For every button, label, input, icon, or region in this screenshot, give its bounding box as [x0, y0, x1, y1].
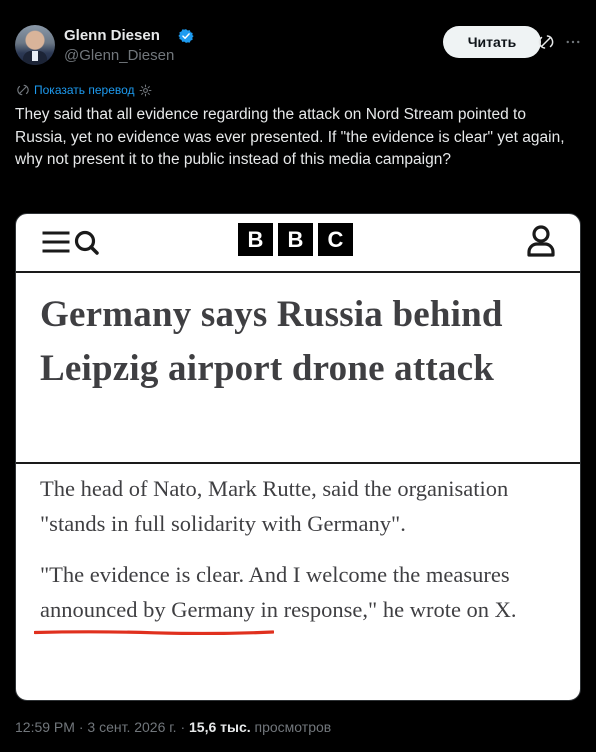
- translate-icon: [17, 84, 29, 96]
- show-translation-link[interactable]: Показать перевод: [16, 82, 152, 98]
- verified-badge-icon: [178, 29, 194, 43]
- tweet-header: Glenn Diesen @Glenn_Diesen Читать: [15, 25, 581, 69]
- tweet-meta: 12:59 PM · 3 сент. 2026 г. · 15,6 тыс. п…: [15, 719, 331, 735]
- grok-icon[interactable]: [537, 33, 555, 51]
- separator: ·: [78, 719, 84, 735]
- bbc-logo-letter: B: [238, 223, 273, 256]
- account-icon: [527, 225, 555, 257]
- view-count-label: просмотров: [254, 719, 332, 735]
- bbc-top-bar: B B C: [16, 214, 580, 273]
- show-translation-label[interactable]: Показать перевод: [34, 83, 135, 97]
- bbc-logo-letter: B: [278, 223, 313, 256]
- highlight-underline: [34, 630, 274, 635]
- article-body: The head of Nato, Mark Rutte, said the o…: [40, 471, 570, 627]
- avatar-shirt: [32, 51, 38, 61]
- article-quote-paragraph: "The evidence is clear. And I welcome th…: [40, 562, 517, 622]
- bbc-logo-letter: C: [318, 223, 353, 256]
- author-name[interactable]: Glenn Diesen: [64, 27, 160, 44]
- author-handle[interactable]: @Glenn_Diesen: [64, 47, 174, 64]
- gear-icon[interactable]: [139, 84, 152, 97]
- attached-image[interactable]: B B C Germany says Russia behind Leipzig…: [15, 213, 581, 701]
- tweet-time[interactable]: 12:59 PM: [15, 719, 75, 735]
- read-button[interactable]: Читать: [443, 26, 541, 58]
- separator: ·: [180, 719, 186, 735]
- divider: [16, 462, 580, 464]
- tweet-date[interactable]: 3 сент. 2026 г.: [87, 719, 176, 735]
- view-count: 15,6 тыс.: [189, 719, 251, 735]
- article-paragraph: The head of Nato, Mark Rutte, said the o…: [40, 476, 509, 536]
- bbc-logo: B B C: [238, 223, 353, 256]
- tweet-text: They said that all evidence regarding th…: [15, 106, 565, 168]
- article-headline: Germany says Russia behind Leipzig airpo…: [40, 294, 503, 389]
- more-icon[interactable]: [564, 33, 582, 51]
- menu-search-icon: [42, 230, 99, 255]
- avatar[interactable]: [15, 25, 55, 65]
